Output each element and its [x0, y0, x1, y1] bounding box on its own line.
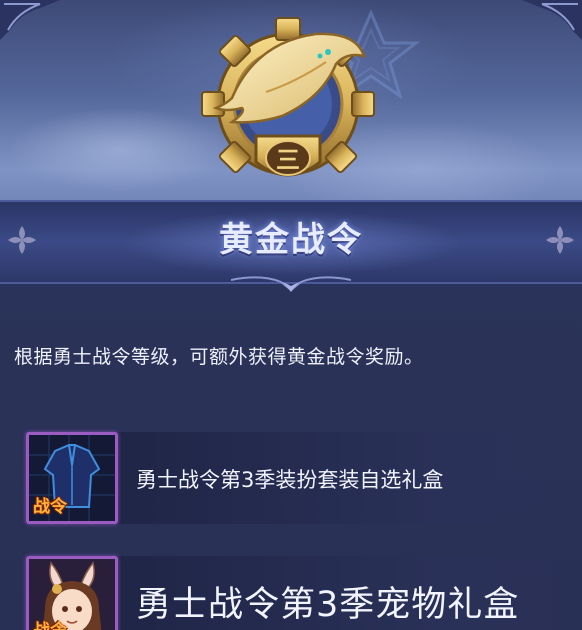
description-text: 根据勇士战令等级，可额外获得黄金战令奖励。	[14, 346, 424, 368]
title-underline-ornament-icon	[231, 276, 351, 292]
reward-icon-frame[interactable]: 战令	[26, 432, 118, 524]
reward-label: 勇士战令第3季宠物礼盒	[136, 585, 520, 625]
corner-ornament-left-icon	[0, 0, 60, 40]
golden-whale-medal-icon: 三	[201, 17, 375, 177]
reward-label: 勇士战令第3季装扮套装自选礼盒	[136, 468, 444, 492]
reward-icon-frame[interactable]: 战令	[26, 556, 118, 630]
battle-pass-tag: 战令	[33, 616, 67, 630]
golden-battle-pass-panel: 三 黄金战令 根据勇士战令等级，可额外获得黄金战令奖励。 战令 勇士战令第3季装…	[0, 0, 582, 630]
medal-rank-numeral: 三	[276, 146, 300, 174]
page-title: 黄金战令	[219, 220, 363, 260]
reward-item[interactable]: 战令 勇士战令第3季宠物礼盒	[26, 556, 582, 630]
battle-pass-tag: 战令	[33, 497, 67, 517]
corner-ornament-right-icon	[522, 0, 582, 40]
reward-item[interactable]: 战令 勇士战令第3季装扮套装自选礼盒	[26, 432, 582, 524]
